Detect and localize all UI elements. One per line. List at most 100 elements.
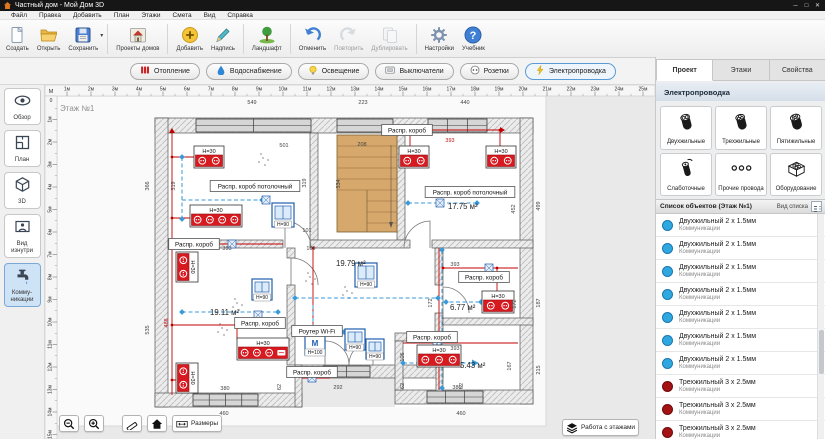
category-tab-switch[interactable]: Выключатели	[375, 63, 453, 80]
outlet-block[interactable]: H=30	[190, 205, 242, 227]
callout-label[interactable]: Роутер Wi-Fi	[292, 326, 343, 337]
callout-label[interactable]: Распр. короб потолочный	[210, 181, 300, 192]
object-list-item[interactable]: Трехжильный 3 x 2.5ммКоммуникации	[656, 375, 825, 398]
toolbar-button-settings[interactable]: Настройки	[421, 22, 458, 56]
zoom-out-button[interactable]	[59, 415, 79, 432]
wire-card-dots[interactable]: Прочие провода	[715, 153, 767, 197]
callout-label[interactable]: Распр. короб	[235, 318, 286, 329]
menu-item[interactable]: Справка	[221, 12, 259, 19]
outlet-block[interactable]: H=30	[194, 146, 224, 168]
category-tab-light[interactable]: Освещение	[298, 63, 370, 80]
toolbar-button-projects[interactable]: Проекты домов	[112, 22, 163, 56]
category-tab-heat[interactable]: Отопление	[130, 63, 200, 80]
object-list-item[interactable]: Двухжильный 2 x 1.5ммКоммуникации	[656, 260, 825, 283]
outlet-block[interactable]: H=30	[486, 146, 516, 168]
wall-box[interactable]: H=90	[252, 279, 272, 301]
toolbar-button-open[interactable]: Открыть	[33, 22, 65, 56]
object-list-item[interactable]: Двухжильный 2 x 1.5ммКоммуникации	[656, 237, 825, 260]
menu-item[interactable]: Добавить	[67, 12, 108, 19]
outlet-block[interactable]: H=30	[399, 146, 429, 168]
object-list-item[interactable]: Двухжильный 2 x 1.5ммКоммуникации	[656, 283, 825, 306]
object-name: Трехжильный 3 x 2.5мм	[679, 425, 756, 433]
wall-box[interactable]: H=90	[345, 329, 365, 351]
object-list-item[interactable]: Трехжильный 3 x 2.5ммКоммуникации	[656, 421, 825, 439]
object-texts: Трехжильный 3 x 2.5ммКоммуникации	[679, 379, 756, 394]
category-tab-water[interactable]: Водоснабжение	[206, 63, 292, 80]
toolbar-button-help[interactable]: ?Учебник	[458, 22, 489, 56]
switch-icon	[385, 65, 395, 77]
toolbar-button-undo[interactable]: Отменить	[295, 22, 330, 56]
minimize-button[interactable]: ─	[790, 3, 801, 9]
floors-button[interactable]: Работа с этажами	[562, 419, 639, 436]
object-list-item[interactable]: Двухжильный 2 x 1.5ммКоммуникации	[656, 306, 825, 329]
object-list-item[interactable]: Двухжильный 2 x 1.5ммКоммуникации	[656, 214, 825, 237]
toolbar-button-save[interactable]: Сохранить	[64, 22, 102, 56]
cableThin-icon	[675, 157, 698, 185]
sidebar-item-cube[interactable]: 3D	[4, 172, 41, 209]
callout-label[interactable]: Распр. короб	[407, 332, 458, 343]
menu-item[interactable]: Смета	[167, 12, 198, 19]
sidebar-item-eye[interactable]: Обзор	[4, 88, 41, 125]
svg-text:20м: 20м	[519, 87, 529, 93]
measure-pencil-button[interactable]	[122, 415, 142, 432]
toolbar-button-landscape[interactable]: Ландшафт	[248, 22, 286, 56]
object-list-scrollbar[interactable]	[817, 214, 824, 439]
category-tab-wiring[interactable]: Электропроводка	[525, 63, 616, 80]
toolbar-button-add[interactable]: Добавить	[172, 22, 207, 56]
light-icon	[308, 65, 318, 75]
wall-box[interactable]: H=90	[366, 339, 384, 360]
callout-label[interactable]: Распр. короб	[169, 239, 220, 250]
svg-text:2м: 2м	[88, 87, 95, 93]
plan-canvas[interactable]: М01м2м3м4м5м6м7м8м9м10м11м12м13м14м15м16…	[45, 85, 655, 439]
sidebar-item-comm[interactable]: Комму- никации	[4, 263, 41, 307]
outlet-block[interactable]: H=30	[176, 363, 198, 393]
close-button[interactable]: ✕	[812, 2, 823, 9]
callout-label[interactable]: Распр. короб	[459, 272, 510, 283]
switch-icon	[385, 65, 395, 75]
object-list-item[interactable]: Двухжильный 2 x 1.5ммКоммуникации	[656, 329, 825, 352]
toolbar-button-new[interactable]: Создать	[2, 22, 33, 56]
menu-item[interactable]: Файл	[5, 12, 33, 19]
outlet-block[interactable]: H=30	[237, 338, 289, 360]
svg-text:1м: 1м	[64, 87, 71, 93]
save-dropdown-caret[interactable]: ▾	[100, 32, 103, 39]
wire-card-cable3[interactable]: Трехжильные	[715, 106, 767, 150]
home-view-button[interactable]	[147, 415, 167, 432]
menu-item[interactable]: Этажи	[135, 12, 166, 19]
room-area-label: 17.75 м²	[448, 202, 478, 211]
open-icon	[39, 25, 59, 45]
wire-card-cableThin[interactable]: Слаботочные	[660, 153, 712, 197]
maximize-button[interactable]: □	[801, 3, 812, 9]
wire-card-equip[interactable]: Оборудование	[770, 153, 822, 197]
water-icon	[216, 65, 226, 75]
heat-icon	[140, 65, 150, 75]
wifi-router-box[interactable]: MH=100	[305, 335, 325, 356]
sidebar-item-plan[interactable]: План	[4, 130, 41, 167]
menu-item[interactable]: План	[108, 12, 136, 19]
sidebar-item-inside[interactable]: Вид изнутри	[4, 214, 41, 258]
outlet-block[interactable]: H=30	[176, 252, 198, 282]
scrollbar-thumb[interactable]	[819, 330, 824, 374]
tab-Проект[interactable]: Проект	[656, 59, 713, 81]
landscape-icon	[257, 25, 277, 45]
wire-card-cable5[interactable]: Пятижильные	[770, 106, 822, 150]
callout-label[interactable]: Распр. короб	[382, 125, 433, 136]
object-list-item[interactable]: Трехжильный 3 x 2.5ммКоммуникации	[656, 398, 825, 421]
category-tab-socket[interactable]: Розетки	[460, 63, 519, 80]
tab-Этажи[interactable]: Этажи	[713, 59, 769, 81]
floor-label: Этаж №1	[60, 104, 94, 113]
dimensions-toggle-button[interactable]: Размеры	[172, 415, 222, 432]
toolbar-button-text[interactable]: Надпись	[207, 22, 239, 56]
menu-item[interactable]: Правка	[33, 12, 67, 19]
list-view-button[interactable]	[811, 201, 822, 212]
tab-Свойства[interactable]: Свойства	[770, 59, 825, 81]
object-list-item[interactable]: Двухжильный 2 x 1.5ммКоммуникации	[656, 352, 825, 375]
menu-item[interactable]: Вид	[198, 12, 222, 19]
zoom-in-button[interactable]	[84, 415, 104, 432]
outlet-block[interactable]: H=30	[482, 291, 514, 313]
callout-label[interactable]: Распр. короб	[287, 367, 338, 378]
wire-card-cable2[interactable]: Двухжильные	[660, 106, 712, 150]
callout-label[interactable]: Распр. короб потолочный	[425, 187, 515, 198]
wall-box[interactable]: H=90	[272, 203, 294, 228]
dimension-label: 223	[358, 100, 367, 106]
